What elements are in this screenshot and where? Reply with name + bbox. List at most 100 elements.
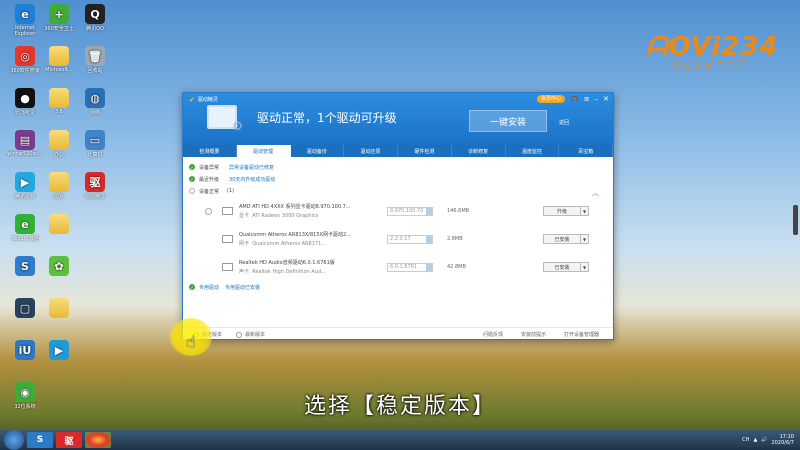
section-label: 最近升级 [199,176,220,183]
desktop-icon[interactable]: ▤ winrar530sc... [6,130,44,157]
tab-item[interactable]: 诊断修复 [452,145,506,157]
device-action: 已安装 ▼ [543,262,589,272]
app-icon: ▭ [85,130,105,150]
desktop-icon[interactable]: S [6,256,44,277]
device-manager-link[interactable]: 打开设备管理器 [564,331,599,338]
taskbar-app-360[interactable]: S [27,432,53,448]
close-icon[interactable]: ✕ [603,95,609,103]
check-icon: ✓ [189,284,195,290]
desktop-icon[interactable]: +360安全卫士 [40,4,78,32]
action-dropdown-icon[interactable]: ▼ [581,234,589,244]
volume-icon[interactable]: 🔊 [761,437,767,443]
desktop-icon[interactable]: Q 腾讯QQ [76,4,114,32]
version-dropdown-icon [426,207,432,215]
app-icon: ▶ [15,172,35,192]
action-dropdown-icon[interactable]: ▼ [581,206,589,216]
section-label: 设备异常 [199,164,220,171]
desktop-icon[interactable]: ▶ [40,340,78,361]
version-select[interactable]: 2.2.0.17 [387,234,433,244]
desktop-icon[interactable]: 图片 [40,172,78,200]
taskbar-app-colorful[interactable] [85,432,111,448]
desktop-icon-label: 腾讯视频 [14,194,35,200]
special-driver-label: 专用驱动 [199,284,220,291]
desktop-icon-label: Microsoft... [45,67,73,73]
section-link[interactable]: 30天内升级成功驱动 [229,176,275,183]
device-select-radio[interactable] [205,207,212,215]
tab-item[interactable]: 检测概要 [183,145,237,157]
start-button[interactable] [4,430,24,450]
desktop-icon[interactable]: ✿ [40,256,78,277]
driver-app-window: ✔ 驱动精灵 会员中心 🎮 ≡ – ✕ 驱动正常，1个驱动可升级 一键安装 返回… [182,92,614,340]
desktop-icon[interactable]: 🗑 回收站 [76,46,114,74]
desktop-icon-label: 3.6 [55,109,63,115]
app-footer: 稳定版本 最新版本 问题反馈 安装前提示 打开设备管理器 [183,327,613,341]
hand-cursor-icon: ☝ [186,332,196,351]
desktop-icon[interactable]: Microsoft... [40,46,78,73]
section-link[interactable]: 异常设备驱动已修复 [229,164,274,171]
action-dropdown-icon[interactable]: ▼ [581,262,589,272]
desktop-icon[interactable]: 驱驱动精灵 [76,172,114,200]
desktop-icon-label: 讯飞听见 [14,110,35,116]
app-icon: e [15,4,35,24]
desktop-icon[interactable]: e Internet Explorer [6,4,44,37]
input-method-indicator[interactable]: CH [742,437,749,443]
desktop-icon[interactable]: 3.6 [40,88,78,115]
folder-icon [49,130,69,150]
app-icon: e [15,214,35,234]
tab-item[interactable]: 硬件检测 [398,145,452,157]
device-action-button[interactable]: 升级 [543,206,581,216]
check-icon: ✓ [189,164,195,170]
desktop-icon[interactable]: ▢ [6,298,44,319]
device-action-button[interactable]: 已安装 [543,262,581,272]
app-icon: ◍ [85,88,105,108]
desktop-icon-label: Win10 激活 [11,236,39,242]
gamepad-icon[interactable]: 🎮 [570,95,579,103]
taskbar-app-driver[interactable]: 驱 [56,432,82,448]
latest-version-radio[interactable] [236,331,243,338]
desktop-icon-label: 360安全卫士 [44,26,74,32]
feedback-link[interactable]: 问题反馈 [483,331,503,338]
tab-item[interactable]: 百宝箱 [559,145,613,157]
desktop-icon[interactable]: ▭ 计算机 [76,130,114,158]
latest-version-option[interactable]: 最新版本 [236,331,265,338]
folder-icon [49,46,69,66]
desktop-icon[interactable]: 办公 [40,130,78,158]
version-dropdown-icon [426,235,432,243]
app-icon: 🗑 [85,46,105,66]
tab-item[interactable]: 驱动管理 [236,145,291,157]
desktop-icon[interactable]: ◍ 网络 [76,88,114,116]
clock[interactable]: 17:10 2020/6/7 [772,434,794,446]
tab-item[interactable]: 温度监控 [506,145,560,157]
one-click-install-button[interactable]: 一键安装 [469,110,547,132]
driver-size: 42.8MB [447,264,466,270]
device-action-button[interactable]: 已安装 [543,234,581,244]
desktop-icon[interactable]: ▶ 腾讯视频 [6,172,44,200]
install-tips-link[interactable]: 安装前提示 [521,331,546,338]
section-list: ✓ 设备异常 异常设备驱动已修复 ✓ 最近升级 30天内升级成功驱动 设备正常 (1) [189,161,607,197]
network-icon[interactable]: ▲ [753,437,757,443]
device-type: 网卡 [239,241,250,247]
device-model-text: ATI Radeon 3000 Graphics [252,213,319,219]
tab-item[interactable]: 驱动备份 [291,145,345,157]
vip-center-button[interactable]: 会员中心 [537,95,566,103]
special-driver-link[interactable]: 专用驱动已安装 [225,284,260,291]
desktop-icon[interactable]: iU [6,340,44,361]
desktop-icon[interactable] [40,214,78,235]
version-select[interactable]: 6.0.1.6761 [387,262,433,272]
desktop-icon[interactable]: ● 讯飞听见 [6,88,44,116]
device-type-icon [222,263,233,271]
app-logo-icon: ✔ [189,95,195,104]
version-select[interactable]: 8.970.100.70 [387,206,433,216]
app-icon: ▤ [15,130,35,150]
device-names: AMD ATI HD 4XXX 系列显卡驱动8.970.100.7... 显卡 A… [239,203,387,219]
return-link[interactable]: 返回 [559,119,569,126]
menu-icon[interactable]: ≡ [584,95,590,103]
desktop-icon-label: 驱动精灵 [84,194,105,200]
desktop-icon[interactable]: e Win10 激活 [6,214,44,242]
desktop-icon[interactable] [40,298,78,319]
desktop-icon[interactable]: ◎ 360软件管家 [6,46,44,74]
tab-item[interactable]: 驱动还原 [344,145,398,157]
minimize-icon[interactable]: – [595,95,599,103]
special-driver-row: ✓ 专用驱动 专用驱动已安装 [189,281,607,293]
app-header: ✔ 驱动精灵 会员中心 🎮 ≡ – ✕ 驱动正常，1个驱动可升级 一键安装 返回 [183,93,613,145]
